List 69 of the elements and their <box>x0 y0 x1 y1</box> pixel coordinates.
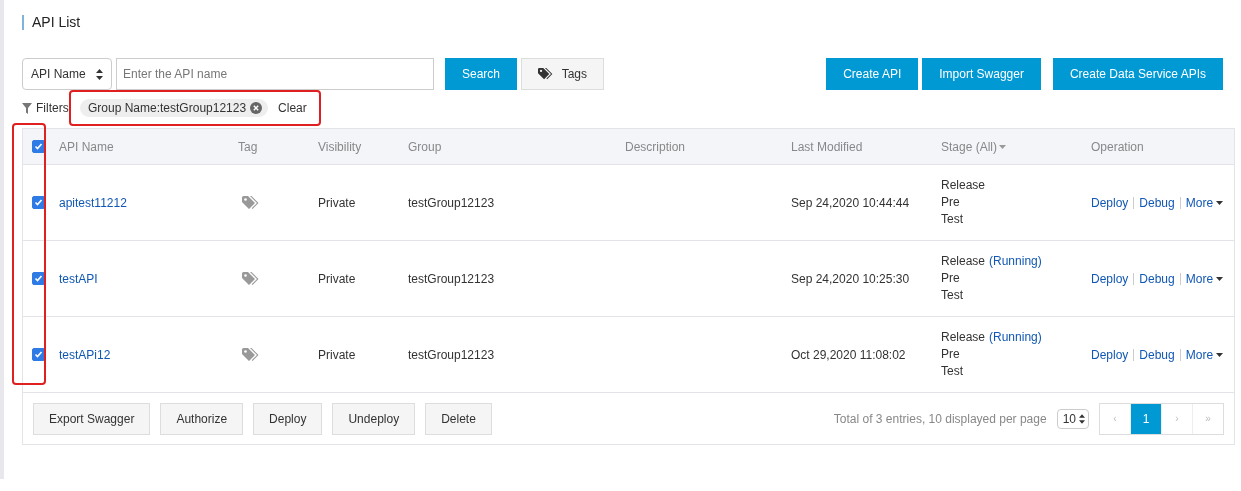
filter-icon <box>22 102 32 114</box>
page-title: API List <box>32 14 81 30</box>
column-header: Last Modified <box>791 139 863 154</box>
sort-arrows-icon <box>96 68 103 80</box>
table-cell: Oct 29,2020 11:08:02 <box>791 347 906 362</box>
operation-link[interactable]: Deploy <box>1091 271 1129 286</box>
bulk-action-button[interactable]: Undeploy <box>332 402 416 435</box>
table-cell: testGroup12123 <box>408 195 495 210</box>
caret-icon <box>1216 352 1224 357</box>
table-cell: Private <box>318 347 356 362</box>
table-cell: testGroup12123 <box>408 271 495 286</box>
filter-chip[interactable]: Group Name:testGroup12123 <box>80 99 269 117</box>
stage-name: Release <box>941 253 986 270</box>
bulk-action-button[interactable]: Export Swagger <box>33 402 151 435</box>
column-header: Group <box>408 139 442 154</box>
stage-name: Release <box>941 177 986 194</box>
tags-button[interactable]: Tags <box>521 58 604 90</box>
operation-link[interactable]: More <box>1185 195 1224 210</box>
table-cell: Sep 24,2020 10:25:30 <box>791 271 910 286</box>
filter-label: Filters: <box>36 101 72 115</box>
stage-name: Pre <box>941 270 960 287</box>
table-cell: Private <box>318 271 356 286</box>
search-field[interactable]: Enter the API name <box>116 58 434 90</box>
table-cell: Private <box>318 195 356 210</box>
stage-name: Test <box>941 211 963 228</box>
operation-link[interactable]: Debug <box>1139 347 1175 362</box>
tag-icon <box>538 67 554 81</box>
operation-link[interactable]: Deploy <box>1091 347 1129 362</box>
checkbox[interactable] <box>31 348 45 361</box>
api-name-link[interactable]: testAPi12 <box>59 347 111 362</box>
operation-link[interactable]: Debug <box>1139 195 1175 210</box>
api-name-link[interactable]: apitest11212 <box>59 195 127 210</box>
clear-link[interactable]: Clear <box>278 101 307 115</box>
sort-arrows-icon <box>1079 413 1085 424</box>
column-header: API Name <box>59 139 114 154</box>
close-icon[interactable] <box>250 102 263 114</box>
bulk-action-button[interactable]: Delete <box>425 402 492 435</box>
caret-icon[interactable] <box>999 144 1007 149</box>
bulk-action-button[interactable]: Authorize <box>160 402 244 435</box>
tag-icon <box>242 271 260 286</box>
stage-status: (Running) <box>989 253 1042 270</box>
stage-name: Test <box>941 287 963 304</box>
stage-name: Pre <box>941 346 960 363</box>
page-size-select[interactable]: 10 <box>1056 408 1089 429</box>
checkbox[interactable] <box>31 272 45 285</box>
column-header: Operation <box>1091 139 1144 154</box>
operation-link[interactable]: More <box>1185 271 1224 286</box>
checkbox[interactable] <box>31 196 45 209</box>
stage-name: Test <box>941 363 963 380</box>
stage-name: Release <box>941 329 986 346</box>
api-name-link[interactable]: testAPI <box>59 271 98 286</box>
tag-icon <box>242 347 260 362</box>
caret-icon <box>1216 276 1224 281</box>
bulk-action-button[interactable]: Deploy <box>253 402 323 435</box>
pagination-summary: Total of 3 entries, 10 displayed per page <box>833 411 1047 426</box>
checkbox[interactable] <box>31 140 45 153</box>
table-cell: testGroup12123 <box>408 347 495 362</box>
field-select[interactable]: API Name <box>22 58 112 90</box>
column-header: Tag <box>238 139 258 154</box>
tag-icon <box>242 195 260 210</box>
table-cell: Sep 24,2020 10:44:44 <box>791 195 910 210</box>
stage-status: (Running) <box>989 329 1042 346</box>
operation-link[interactable]: More <box>1185 347 1224 362</box>
operation-link[interactable]: Deploy <box>1091 195 1129 210</box>
stage-name: Pre <box>941 194 960 211</box>
operation-link[interactable]: Debug <box>1139 271 1175 286</box>
column-header: Description <box>625 139 686 154</box>
caret-icon <box>1216 200 1224 205</box>
column-header: Visibility <box>318 139 362 154</box>
